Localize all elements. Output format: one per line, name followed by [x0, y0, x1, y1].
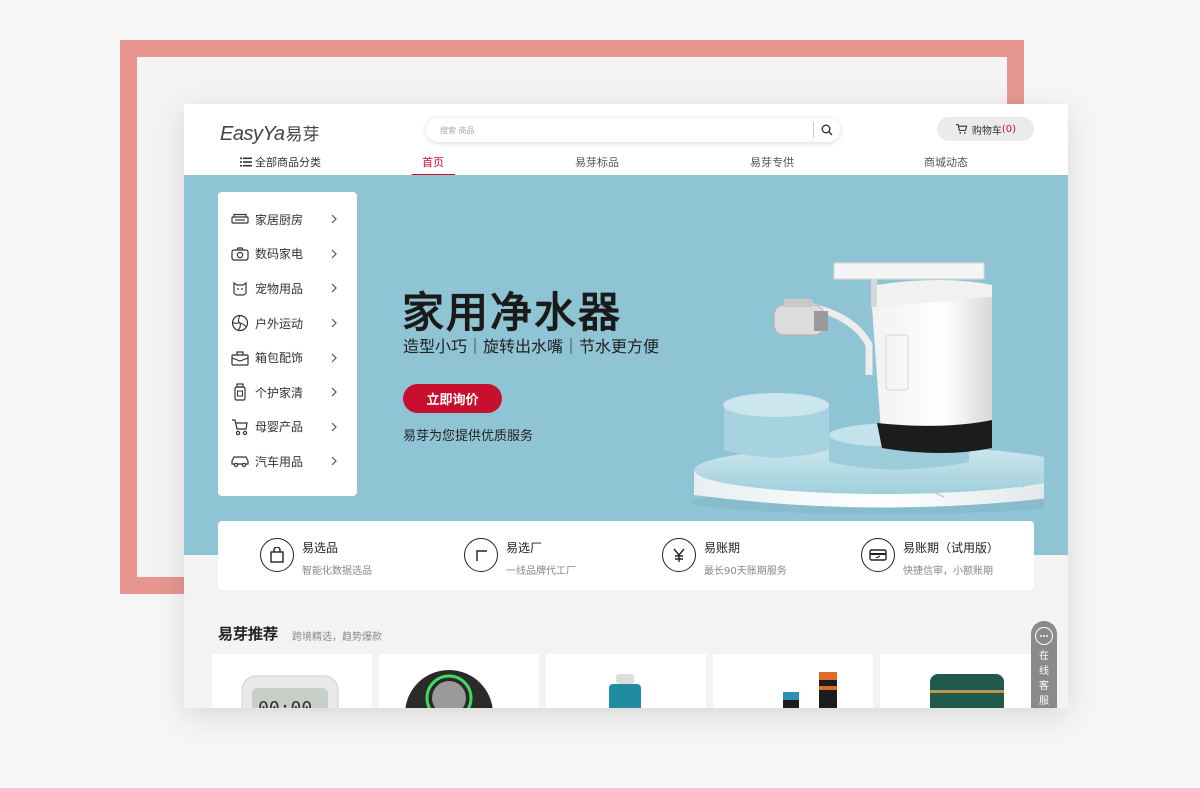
- flashlight-product-image: [783, 672, 837, 708]
- category-item-bags[interactable]: 箱包配饰: [218, 340, 357, 375]
- search-bar: [426, 118, 840, 142]
- bottle-product-image: [609, 674, 641, 708]
- search-icon: [821, 124, 833, 136]
- cart-button[interactable]: 购物车 (0): [937, 117, 1034, 141]
- nav-standard-products[interactable]: 易芽标品: [575, 154, 619, 170]
- search-button[interactable]: [817, 120, 837, 140]
- feature-factory-selection[interactable]: 易选厂一线品牌代工厂: [464, 538, 576, 577]
- category-item-outdoor[interactable]: 户外运动: [218, 306, 357, 341]
- category-label: 母婴产品: [255, 420, 304, 435]
- speaker-product-image: [405, 670, 493, 708]
- feature-title: 易账期: [704, 541, 741, 555]
- chevron-right-icon: [331, 353, 337, 363]
- feature-strip: 易选品智能化数据选品 易选厂一线品牌代工厂 易账期最长90天账期服务 易账期（试…: [218, 521, 1034, 590]
- bag-icon: [231, 351, 249, 366]
- logo-text-en: EasyYa: [220, 123, 285, 145]
- factory-icon: [476, 550, 487, 561]
- category-label: 家居厨房: [255, 212, 304, 227]
- product-card[interactable]: [880, 654, 1040, 708]
- category-label: 汽车用品: [255, 454, 304, 469]
- cup-product-image: [930, 674, 1004, 708]
- online-service-label: 在线客服: [1039, 651, 1049, 707]
- recommend-title: 易芽推荐: [218, 625, 279, 643]
- chevron-right-icon: [331, 387, 337, 397]
- volleyball-icon: [231, 314, 249, 332]
- chevron-right-icon: [331, 284, 337, 293]
- product-card[interactable]: [713, 654, 873, 708]
- nav-exclusive-supply[interactable]: 易芽专供: [750, 154, 794, 170]
- chevron-right-icon: [331, 422, 337, 432]
- brand-logo[interactable]: EasyYa 易芽: [220, 120, 320, 145]
- shopping-bag-icon: [270, 547, 284, 563]
- list-icon: [240, 157, 252, 167]
- feature-subtitle: 最长90天账期服务: [704, 566, 787, 577]
- feature-smart-selection[interactable]: 易选品智能化数据选品: [260, 538, 372, 577]
- search-input[interactable]: [440, 122, 800, 138]
- category-label: 数码家电: [255, 247, 304, 262]
- category-label: 宠物用品: [255, 281, 304, 296]
- chevron-right-icon: [331, 214, 337, 224]
- category-item-personal-care[interactable]: 个护家清: [218, 375, 357, 410]
- feature-credit-trial[interactable]: 易账期（试用版） 快捷信审，小额账期: [861, 538, 999, 577]
- chevron-right-icon: [331, 318, 337, 328]
- nav-mall-news[interactable]: 商城动态: [924, 154, 968, 170]
- category-label: 箱包配饰: [255, 351, 304, 366]
- category-item-baby[interactable]: 母婴产品: [218, 410, 357, 445]
- hero-subtitle: 造型小巧｜旋转出水嘴｜节水更方便: [403, 337, 660, 356]
- product-card[interactable]: 00:00: [212, 654, 372, 708]
- recommend-subtitle: 跨境精选，趋势爆款: [292, 632, 382, 643]
- category-item-pets[interactable]: 宠物用品: [218, 271, 357, 306]
- hero-title: 家用净水器: [402, 288, 623, 337]
- search-divider: [813, 122, 814, 138]
- stroller-icon: [232, 419, 248, 436]
- logo-text-cn: 易芽: [285, 125, 320, 145]
- product-card[interactable]: [546, 654, 706, 708]
- hero-note: 易芽为您提供优质服务: [403, 429, 534, 444]
- feature-subtitle: 快捷信审，小额账期: [903, 566, 993, 577]
- card-icon: [869, 549, 887, 561]
- category-menu: 家居厨房 数码家电 宠物用品 户外运动 箱包配饰 个护家清 母婴产品 汽车用品: [218, 192, 357, 496]
- inquire-now-button[interactable]: 立即询价: [403, 384, 502, 413]
- feature-subtitle: 一线品牌代工厂: [506, 566, 576, 577]
- nav-home[interactable]: 首页: [422, 154, 444, 170]
- yen-icon: [673, 548, 685, 562]
- sofa-icon: [231, 214, 249, 224]
- feature-credit-terms[interactable]: 易账期最长90天账期服务: [662, 538, 787, 577]
- category-item-auto[interactable]: 汽车用品: [218, 444, 357, 479]
- product-card[interactable]: [379, 654, 539, 708]
- cart-icon: [955, 123, 968, 134]
- online-service-button[interactable]: 在线客服: [1031, 621, 1057, 708]
- browser-window: EasyYa 易芽 购物车(0) 全部商品分类 首页 易芽标品 易芽专供 商城动…: [184, 104, 1068, 708]
- site-header: EasyYa 易芽 购物车(0) 全部商品分类 首页 易芽标品 易芽专供 商城动…: [184, 104, 1068, 176]
- water-purifier-image: [692, 262, 1044, 514]
- cart-count: (0): [1001, 123, 1017, 135]
- nav-all-categories[interactable]: 全部商品分类: [240, 154, 321, 170]
- bottle-icon: [234, 383, 246, 401]
- chevron-right-icon: [331, 457, 337, 466]
- pet-icon: [233, 282, 247, 297]
- feature-title: 易选厂: [506, 541, 543, 555]
- chevron-right-icon: [331, 249, 337, 259]
- feature-title: 易账期（试用版）: [903, 541, 1000, 555]
- category-item-home-kitchen[interactable]: 家居厨房: [218, 202, 357, 237]
- svg-text:00:00: 00:00: [258, 698, 312, 708]
- camera-icon: [231, 247, 249, 261]
- feature-title: 易选品: [302, 541, 339, 555]
- category-item-digital[interactable]: 数码家电: [218, 237, 357, 272]
- nav-all-categories-label: 全部商品分类: [255, 156, 321, 169]
- feature-subtitle: 智能化数据选品: [302, 566, 372, 577]
- chat-icon: [1040, 635, 1048, 637]
- cart-label: 购物车: [971, 125, 1002, 137]
- car-icon: [231, 456, 249, 468]
- timer-product-image: 00:00: [241, 675, 339, 708]
- category-label: 户外运动: [255, 316, 304, 331]
- hero-banner[interactable]: 家居厨房 数码家电 宠物用品 户外运动 箱包配饰 个护家清 母婴产品 汽车用品 …: [184, 175, 1068, 555]
- category-label: 个护家清: [255, 385, 304, 400]
- main-nav: 全部商品分类 首页 易芽标品 易芽专供 商城动态: [184, 150, 1068, 176]
